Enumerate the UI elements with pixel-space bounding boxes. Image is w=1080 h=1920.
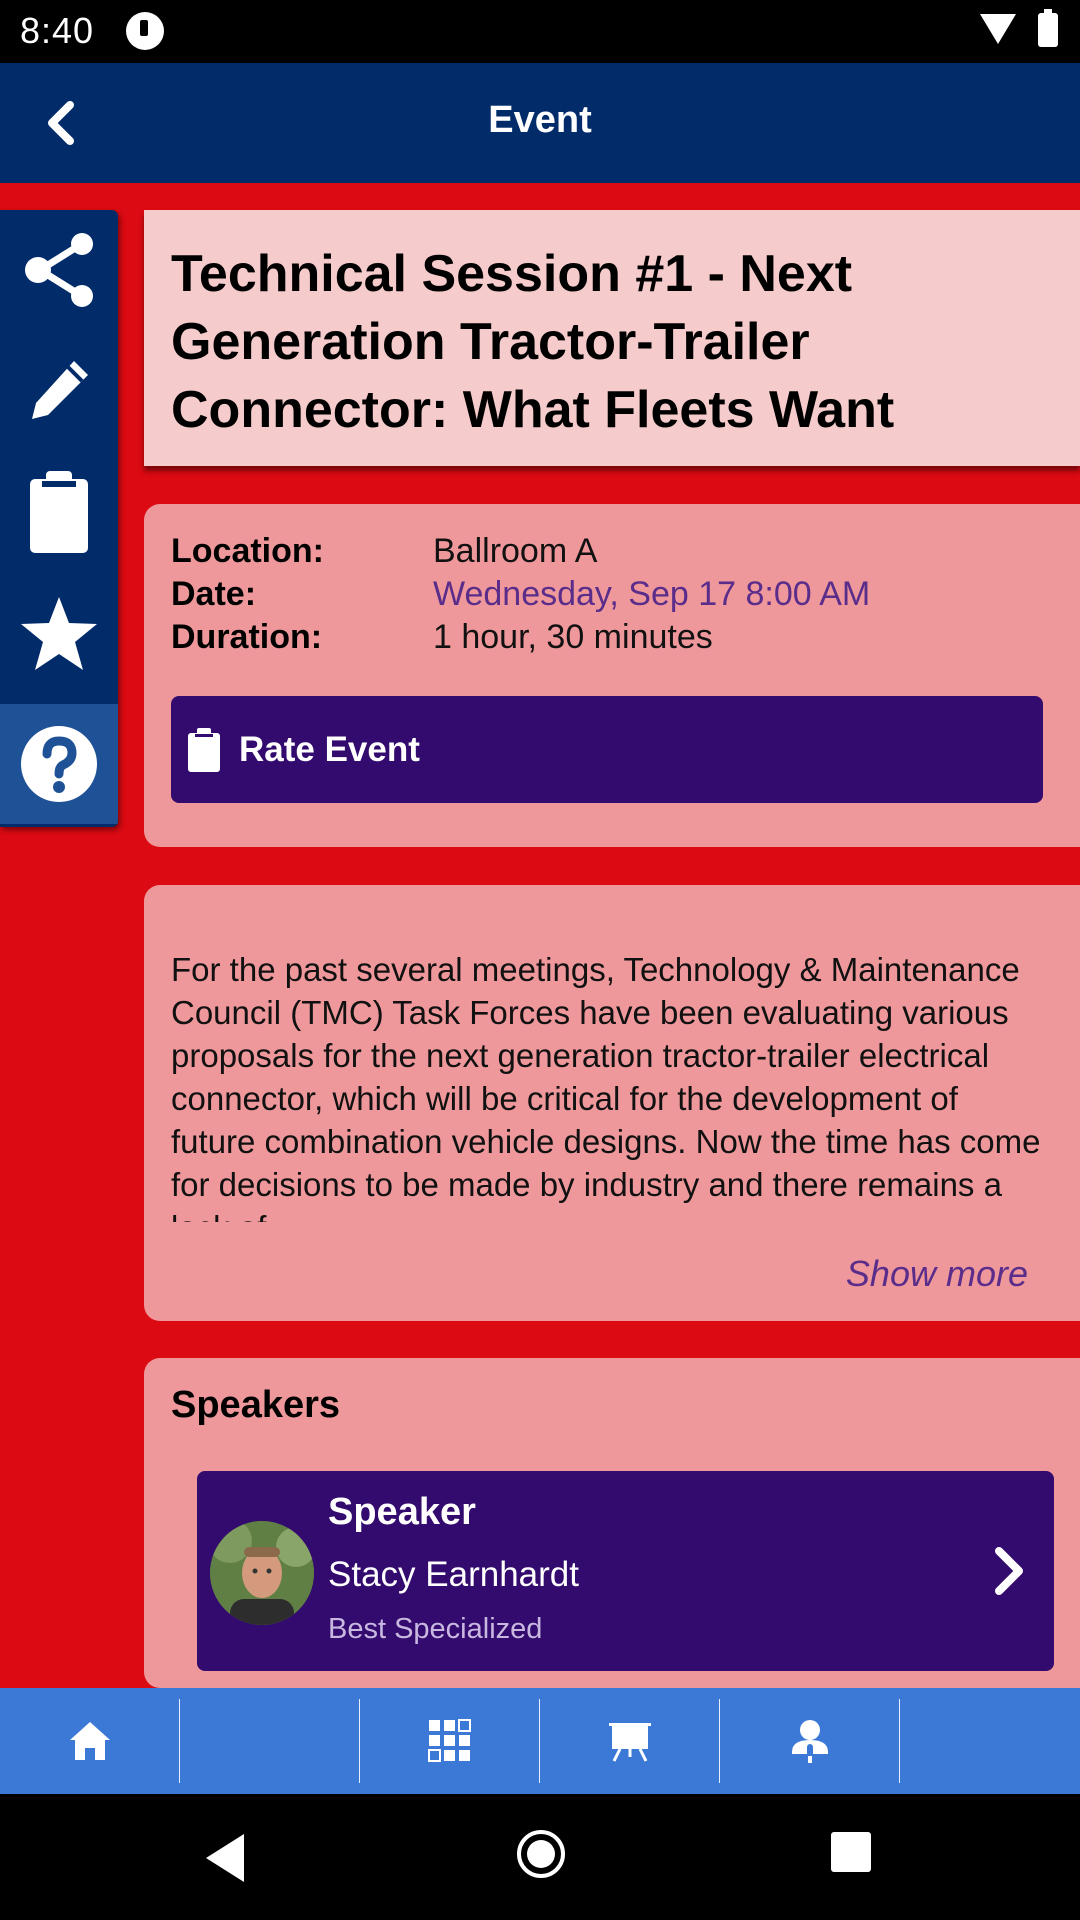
rate-event-button[interactable]: Rate Event — [171, 696, 1043, 803]
duration-value: 1 hour, 30 minutes — [433, 618, 713, 656]
favorite-button[interactable] — [0, 574, 118, 694]
nav-home-icon[interactable] — [517, 1830, 565, 1878]
event-description: For the past several meetings, Technolog… — [171, 951, 1041, 1222]
system-nav-bar — [0, 1794, 1080, 1920]
pencil-icon — [32, 361, 88, 419]
speaker-list-item[interactable]: Speaker Stacy Earnhardt Best Specialized — [197, 1471, 1054, 1671]
edit-button[interactable] — [0, 330, 118, 450]
event-title-card: Technical Session #1 - Next Generation T… — [144, 210, 1080, 466]
help-icon — [21, 726, 97, 802]
wifi-icon — [980, 14, 1016, 44]
tab-divider — [899, 1699, 900, 1783]
notes-button[interactable] — [0, 452, 118, 572]
speaker-name: Stacy Earnhardt — [328, 1555, 579, 1594]
speaker-photo — [210, 1521, 314, 1625]
home-icon — [70, 1722, 110, 1760]
date-value[interactable]: Wednesday, Sep 17 8:00 AM — [433, 573, 870, 616]
speaker-organization: Best Specialized — [328, 1613, 543, 1645]
side-action-rail — [0, 210, 118, 827]
page-title: Event — [488, 99, 592, 141]
clipboard-icon — [30, 471, 88, 553]
description-card: For the past several meetings, Technolog… — [144, 885, 1080, 1321]
help-button[interactable] — [0, 704, 118, 824]
notification-icon — [126, 12, 164, 50]
speakers-heading: Speakers — [171, 1384, 341, 1426]
speaker-role: Speaker — [328, 1491, 476, 1533]
event-info-card: Location: Ballroom A Date: Wednesday, Se… — [144, 504, 1080, 847]
app-bar: Event — [0, 63, 1080, 183]
grid-icon — [428, 1719, 471, 1762]
tab-schedule[interactable] — [360, 1688, 540, 1794]
rate-event-label: Rate Event — [239, 729, 420, 769]
speakers-card: Speakers Speaker Stacy Earnhardt Best Sp… — [144, 1358, 1080, 1688]
nav-recents-icon[interactable] — [831, 1832, 871, 1872]
location-label: Location: — [171, 532, 324, 570]
presentation-icon — [609, 1723, 651, 1762]
tab-home[interactable] — [0, 1688, 180, 1794]
chevron-right-icon — [995, 1547, 1023, 1595]
clipboard-icon — [188, 727, 220, 772]
bottom-tab-bar — [0, 1688, 1080, 1794]
star-icon — [21, 597, 97, 670]
speaker-icon — [792, 1720, 828, 1763]
nav-back-icon[interactable] — [206, 1834, 244, 1882]
share-button[interactable] — [0, 210, 118, 330]
date-label: Date: — [171, 575, 257, 613]
show-more-link[interactable]: Show more — [846, 1253, 1028, 1295]
tab-blank[interactable] — [180, 1688, 360, 1794]
tab-speakers[interactable] — [720, 1688, 900, 1794]
status-bar: 8:40 — [0, 0, 1080, 63]
battery-icon — [1038, 9, 1058, 47]
duration-label: Duration: — [171, 618, 323, 656]
status-time: 8:40 — [20, 10, 95, 51]
share-icon — [25, 233, 93, 307]
event-title: Technical Session #1 - Next Generation T… — [171, 245, 895, 439]
avatar — [210, 1521, 314, 1625]
location-value: Ballroom A — [433, 532, 598, 570]
tab-sessions[interactable] — [540, 1688, 720, 1794]
